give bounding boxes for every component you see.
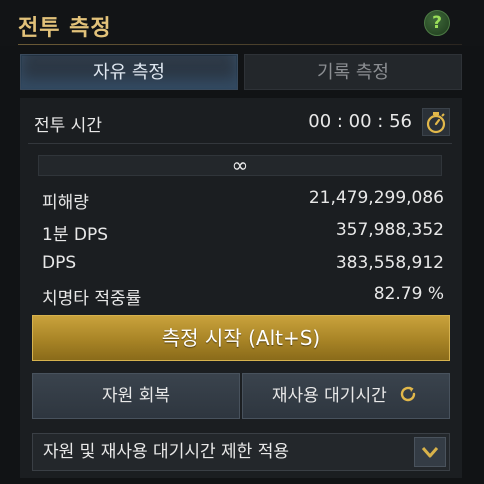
- panel-divider: [28, 143, 452, 144]
- dropdown-selected-value: 자원 및 재사용 대기시간 제한 적용: [43, 442, 289, 462]
- chevron-down-icon[interactable]: [414, 437, 446, 467]
- stat-value-dps-1min: 357,988,352: [335, 220, 444, 240]
- window-title: 전투 측정: [18, 16, 112, 41]
- stat-value-dps: 383,558,912: [335, 253, 444, 273]
- refresh-icon: [400, 386, 416, 402]
- limit-option-dropdown[interactable]: 자원 및 재사용 대기시간 제한 적용: [32, 433, 450, 471]
- tab-free-measure[interactable]: 자유 측정: [20, 54, 238, 90]
- header-divider: [18, 44, 462, 45]
- chevron-glyph: [421, 447, 439, 458]
- stat-label-dps: DPS: [42, 253, 77, 273]
- battle-time-label: 전투 시간: [34, 116, 102, 136]
- stat-value-damage: 21,479,299,086: [308, 188, 444, 208]
- start-measure-button[interactable]: 측정 시작 (Alt+S): [32, 315, 450, 361]
- restore-resource-label: 자원 회복: [102, 386, 170, 406]
- infinity-label: ∞: [231, 153, 249, 177]
- stopwatch-glyph: [426, 112, 446, 134]
- progress-bar: ∞: [38, 155, 442, 176]
- stat-label-crit-rate: 치명타 적중률: [42, 289, 142, 309]
- help-icon[interactable]: ?: [424, 10, 450, 36]
- tab-record-measure[interactable]: 기록 측정: [244, 54, 462, 90]
- restore-resource-button[interactable]: 자원 회복: [32, 373, 240, 419]
- reset-cooldown-label: 재사용 대기시간: [271, 386, 387, 406]
- stat-label-damage: 피해량: [42, 193, 89, 213]
- battle-time-value: 00 : 00 : 56: [308, 111, 412, 132]
- stopwatch-icon[interactable]: [422, 108, 450, 136]
- reset-cooldown-button[interactable]: 재사용 대기시간: [242, 373, 450, 419]
- stat-label-dps-1min: 1분 DPS: [42, 225, 108, 245]
- stat-value-crit-rate: 82.79 %: [373, 284, 444, 304]
